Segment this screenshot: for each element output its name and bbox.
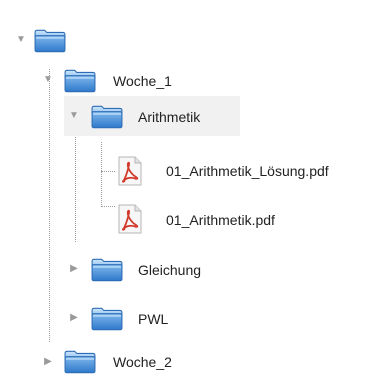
file-tree: ▼ ▼ Woche_1 ▼ Arithmetik 01_Arithmetik_L… xyxy=(0,0,392,374)
expand-toggle-icon[interactable]: ▼ xyxy=(43,75,53,85)
expand-toggle-icon[interactable]: ▶ xyxy=(69,264,79,274)
folder-label[interactable]: Arithmetik xyxy=(138,108,200,126)
tree-node-pwl[interactable]: ▶ PWL xyxy=(0,299,392,339)
tree-node-arithmetik[interactable]: ▼ Arithmetik xyxy=(0,96,392,136)
file-label[interactable]: 01_Arithmetik_Lösung.pdf xyxy=(166,162,329,180)
expand-toggle-icon[interactable]: ▼ xyxy=(69,111,79,121)
tree-node-woche-2[interactable]: ▶ Woche_2 xyxy=(0,343,392,383)
folder-icon xyxy=(64,350,96,374)
expand-toggle-icon[interactable]: ▼ xyxy=(16,35,26,45)
folder-label[interactable]: Woche_1 xyxy=(113,72,172,90)
folder-label[interactable]: Gleichung xyxy=(138,261,201,279)
folder-icon xyxy=(91,307,123,331)
tree-node-file[interactable]: 01_Arithmetik_Lösung.pdf xyxy=(0,152,392,192)
folder-icon xyxy=(64,69,96,93)
folder-icon xyxy=(91,258,123,282)
file-label[interactable]: 01_Arithmetik.pdf xyxy=(166,211,275,229)
folder-label[interactable]: PWL xyxy=(138,310,168,328)
tree-node-woche-1[interactable]: ▼ Woche_1 xyxy=(0,61,392,101)
tree-node-root[interactable]: ▼ xyxy=(0,22,392,62)
tree-node-file[interactable]: 01_Arithmetik.pdf xyxy=(0,201,392,241)
folder-label[interactable]: Woche_2 xyxy=(113,353,172,371)
pdf-file-icon xyxy=(117,156,143,186)
expand-toggle-icon[interactable]: ▶ xyxy=(43,357,53,367)
tree-node-gleichung[interactable]: ▶ Gleichung xyxy=(0,250,392,290)
folder-icon xyxy=(34,29,66,53)
pdf-file-icon xyxy=(117,204,143,234)
folder-icon xyxy=(91,105,123,129)
expand-toggle-icon[interactable]: ▶ xyxy=(69,313,79,323)
